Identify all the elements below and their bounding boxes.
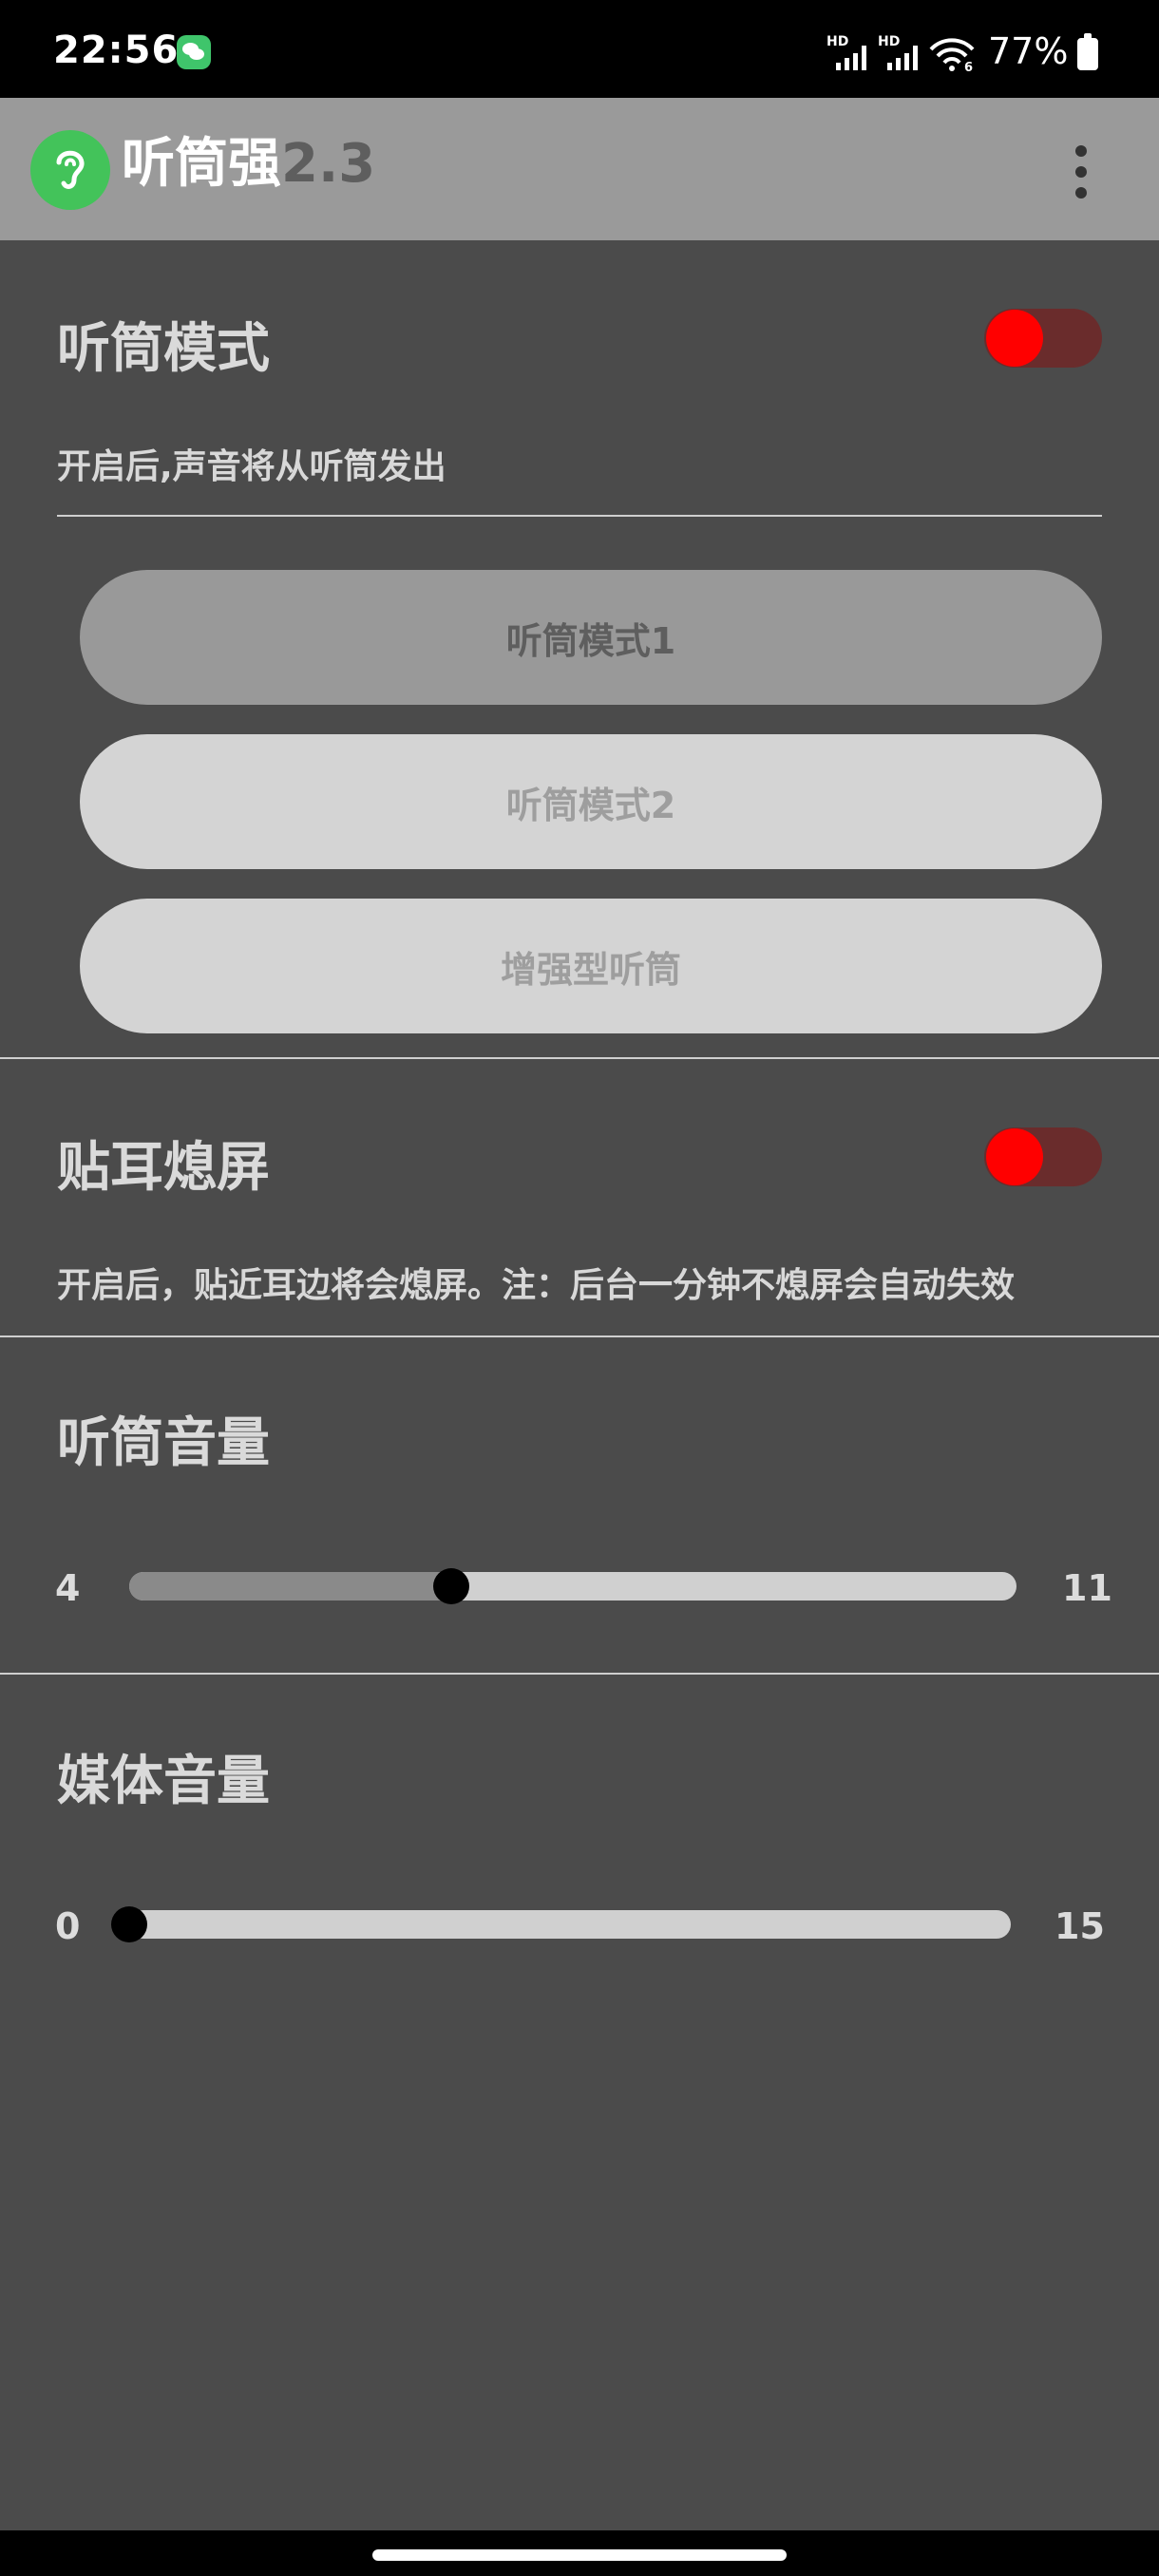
proximity-screen-off-description: 开启后，贴近耳边将会熄屏。注：后台一分钟不熄屏会自动失效: [57, 1266, 1016, 1305]
earpiece-mode-switch[interactable]: [984, 309, 1102, 368]
section-divider: [0, 1057, 1159, 1059]
media-volume-title: 媒体音量: [57, 1751, 270, 1812]
proximity-screen-off-title: 贴耳熄屏: [57, 1137, 270, 1199]
app-name: 听筒强: [122, 133, 281, 195]
slider-fill: [129, 1572, 452, 1601]
enhanced-earpiece-button[interactable]: 增强型听筒: [80, 899, 1102, 1033]
section-divider: [0, 1335, 1159, 1337]
earpiece-volume-slider[interactable]: [129, 1572, 1016, 1601]
battery-icon: [1077, 33, 1098, 70]
switch-knob: [986, 310, 1043, 367]
status-time: 22:56: [53, 28, 180, 72]
wifi-icon: 6: [928, 36, 976, 75]
earpiece-volume-thumb[interactable]: [433, 1568, 470, 1604]
earpiece-volume-title: 听筒音量: [57, 1412, 270, 1474]
switch-knob: [986, 1128, 1043, 1185]
app-version: 2.3: [281, 133, 376, 195]
earpiece-volume-min: 4: [55, 1567, 81, 1609]
media-volume-max: 15: [1054, 1905, 1105, 1947]
svg-text:6: 6: [964, 61, 973, 72]
earpiece-mode-title: 听筒模式: [57, 318, 270, 380]
earpiece-volume-max: 11: [1062, 1567, 1112, 1609]
media-volume-min: 0: [55, 1905, 81, 1947]
divider: [57, 515, 1102, 517]
status-bar: 22:56 HD HD 6 77%: [0, 0, 1159, 98]
navigation-bar: [0, 2530, 1159, 2576]
earpiece-mode-1-button[interactable]: 听筒模式1: [80, 570, 1102, 705]
proximity-screen-off-switch[interactable]: [984, 1127, 1102, 1186]
earpiece-mode-description: 开启后,声音将从听筒发出: [57, 447, 446, 486]
app-bar: 听筒强2.3: [0, 98, 1159, 240]
wechat-notification-icon: [177, 35, 211, 69]
section-divider: [0, 1673, 1159, 1675]
battery-percent: 77%: [988, 30, 1069, 72]
app-title: 听筒强2.3: [122, 132, 375, 196]
home-gesture-handle[interactable]: [372, 2549, 787, 2561]
media-volume-thumb[interactable]: [111, 1906, 147, 1942]
more-options-icon[interactable]: [1064, 145, 1098, 199]
earpiece-mode-2-button[interactable]: 听筒模式2: [80, 734, 1102, 869]
ear-logo-icon: [30, 130, 110, 210]
media-volume-slider[interactable]: [129, 1910, 1011, 1939]
